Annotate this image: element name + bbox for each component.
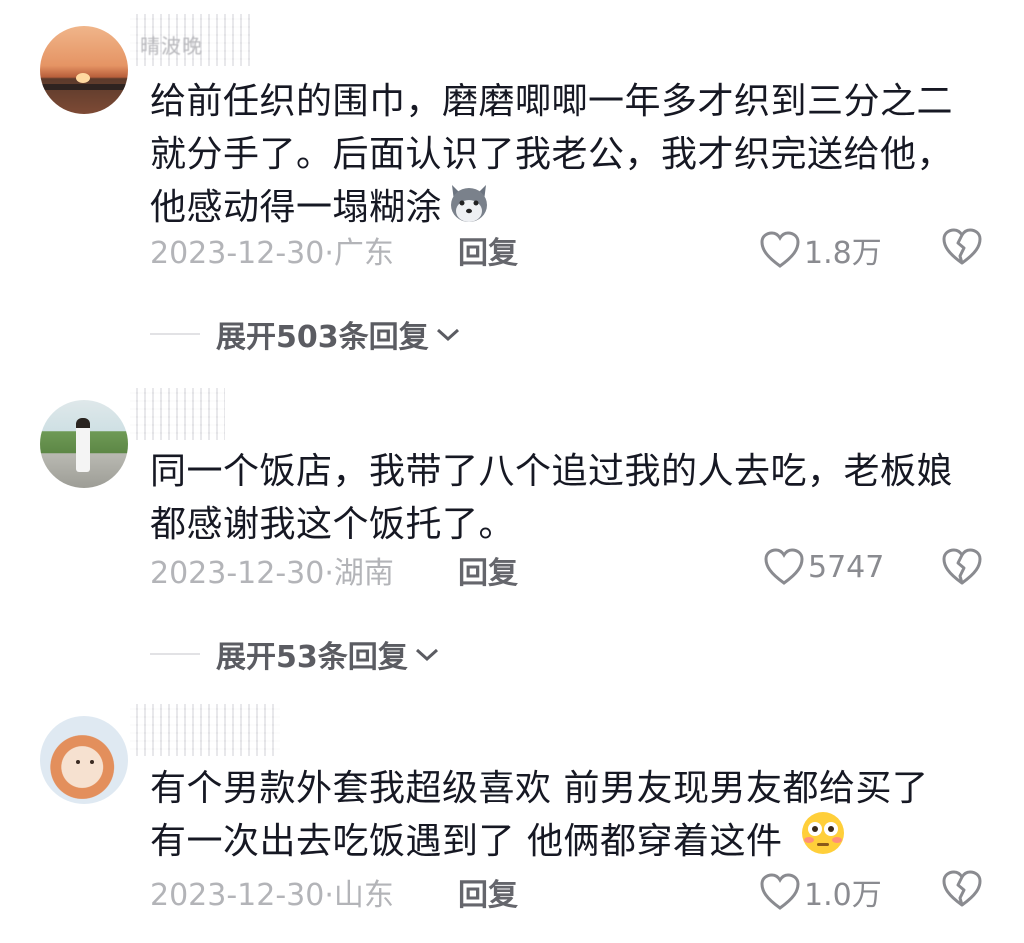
comment-location: 广东 [333, 236, 394, 271]
expand-replies-button[interactable]: 展开503条回复 [150, 312, 461, 356]
comment-location: 山东 [333, 878, 394, 913]
avatar[interactable] [40, 716, 128, 804]
reply-button[interactable]: 回复 [458, 228, 518, 272]
heart-icon [764, 548, 804, 585]
username-mosaic [130, 388, 225, 440]
meta-separator: · [324, 556, 334, 591]
comment-text-content: 给前任织的围巾，磨磨唧唧一年多才织到三分之二就分手了。后面认识了我老公，我才织完… [150, 81, 954, 228]
reply-button[interactable]: 回复 [458, 870, 518, 914]
expand-replies-label: 展开503条回复 [216, 320, 429, 355]
avatar-sun [76, 73, 90, 83]
avatar-figure [76, 418, 90, 472]
broken-heart-icon [942, 870, 982, 907]
like-button[interactable]: 1.8万 [760, 228, 882, 272]
dislike-button[interactable] [942, 228, 982, 268]
avatar-shore [40, 84, 128, 90]
comment-text: 给前任织的围巾，磨磨唧唧一年多才织到三分之二就分手了。后面认识了我老公，我才织完… [150, 75, 980, 240]
comment-location: 湖南 [333, 556, 394, 591]
comment-meta: 2023-12-30·湖南 [150, 548, 394, 592]
chevron-down-icon [436, 328, 459, 342]
avatar[interactable] [40, 26, 128, 114]
username-mosaic [130, 704, 280, 756]
avatar[interactable] [40, 400, 128, 488]
divider-line [150, 653, 200, 655]
like-button[interactable]: 5747 [764, 548, 884, 586]
like-count: 1.0万 [804, 878, 882, 913]
like-button[interactable]: 1.0万 [760, 870, 882, 914]
heart-icon [760, 873, 800, 910]
comment-date: 2023-12-30 [150, 236, 325, 271]
username[interactable]: 晴波晚 [140, 30, 203, 59]
dislike-button[interactable] [942, 870, 982, 910]
comment-date: 2023-12-30 [150, 878, 325, 913]
heart-icon [760, 231, 800, 268]
reply-button[interactable]: 回复 [458, 548, 518, 592]
avatar-face [70, 756, 100, 778]
comment-date: 2023-12-30 [150, 556, 325, 591]
meta-separator: · [324, 878, 334, 913]
like-count: 1.8万 [804, 236, 882, 271]
chevron-down-icon [415, 648, 438, 662]
meta-separator: · [324, 236, 334, 271]
comment-item: 晴波晚 给前任织的围巾，磨磨唧唧一年多才织到三分之二就分手了。后面认识了我老公，… [0, 0, 1024, 380]
comment-meta: 2023-12-30·山东 [150, 870, 394, 914]
comment-item: 有个男款外套我超级喜欢 前男友现男友都给买了有一次出去吃饭遇到了 他俩都穿着这件… [0, 690, 1024, 943]
divider-line [150, 333, 200, 335]
expand-replies-label: 展开53条回复 [216, 640, 408, 675]
dislike-button[interactable] [942, 548, 982, 588]
expand-replies-button[interactable]: 展开53条回复 [150, 632, 440, 676]
comment-meta: 2023-12-30·广东 [150, 228, 394, 272]
broken-heart-icon [942, 228, 982, 265]
comment-text: 同一个饭店，我带了八个追过我的人去吃，老板娘都感谢我这个饭托了。 [150, 451, 954, 545]
comment-item: 同一个饭店，我带了八个追过我的人去吃，老板娘都感谢我这个饭托了。 2023-12… [0, 380, 1024, 690]
flushed-face-emoji [798, 810, 848, 860]
like-count: 5747 [808, 549, 885, 585]
broken-heart-icon [942, 548, 982, 585]
